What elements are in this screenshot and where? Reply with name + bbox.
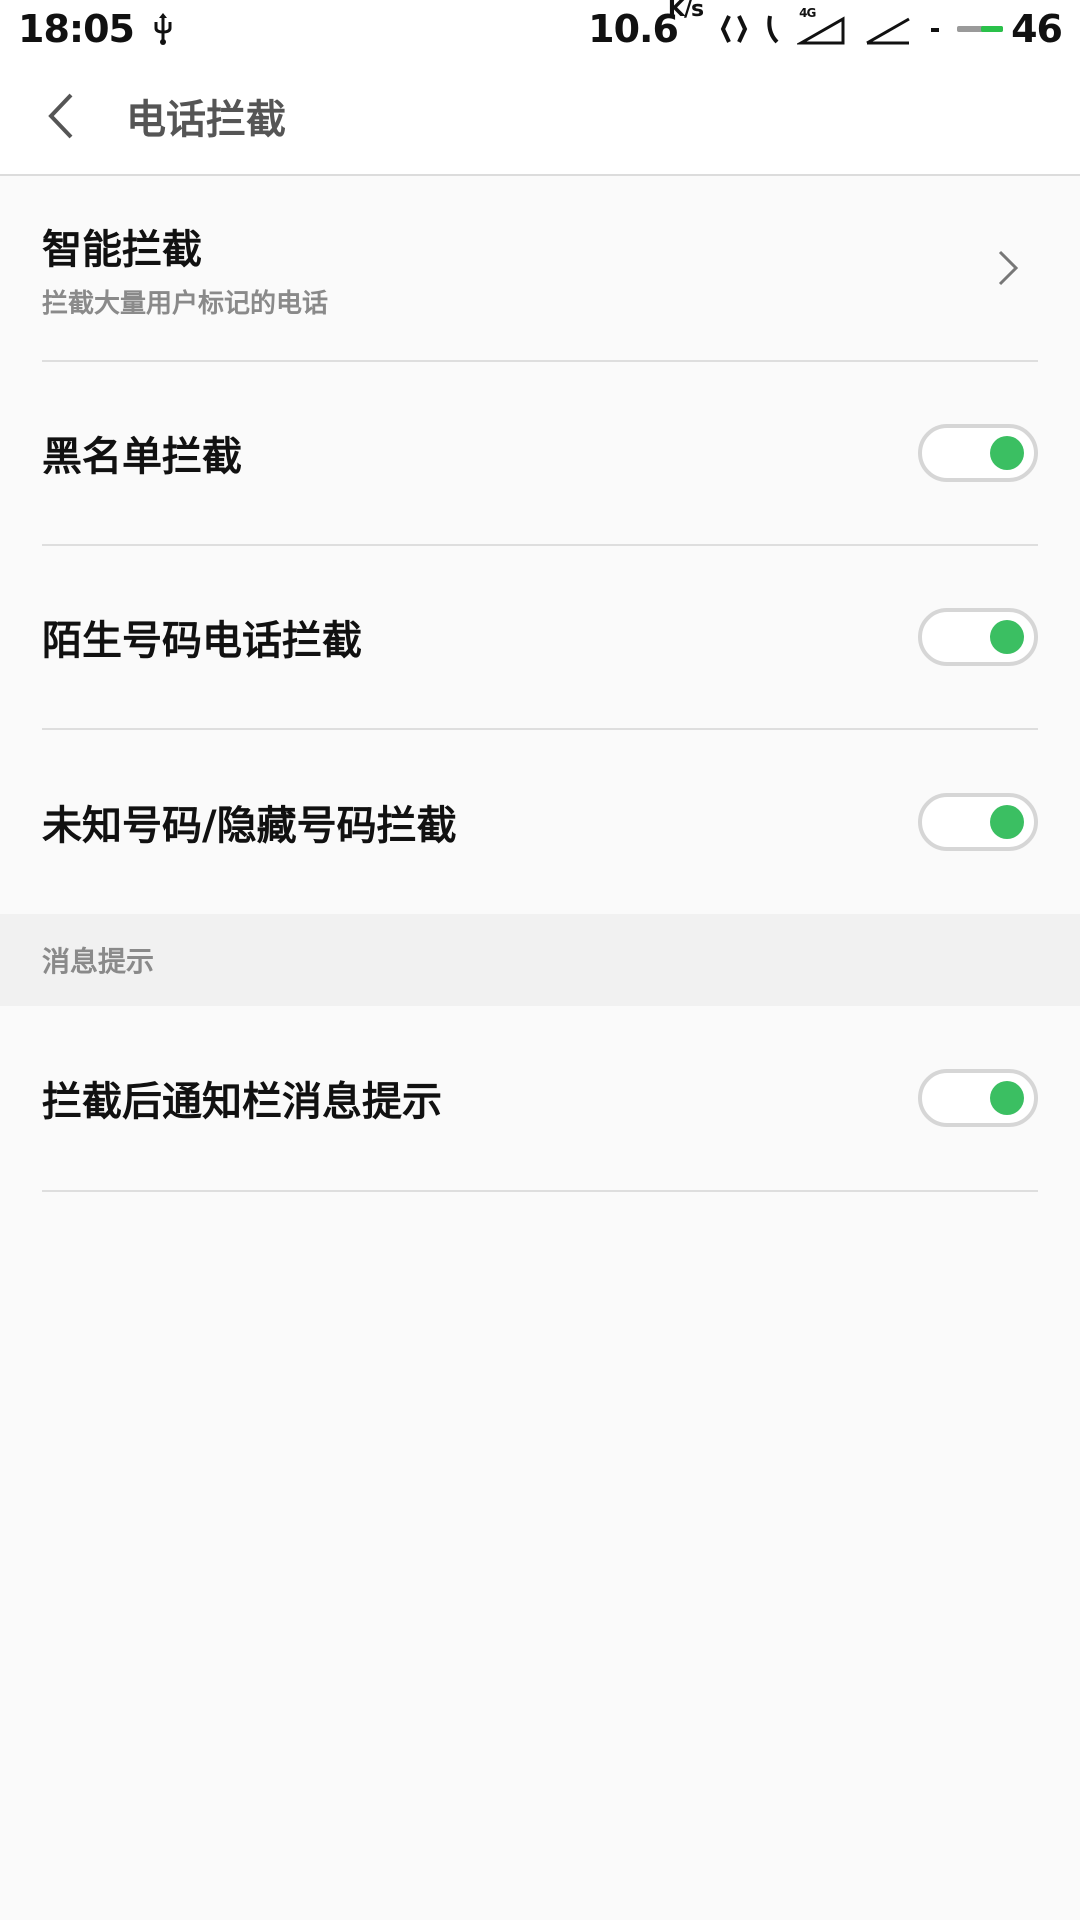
app-bar: 电话拦截 — [0, 58, 1080, 176]
net-speed-unit: K/s — [667, 0, 704, 22]
data-transfer-icon — [719, 12, 749, 46]
toggle-knob — [990, 805, 1024, 839]
battery-icon — [957, 26, 1004, 32]
chevron-right-icon — [998, 250, 1019, 286]
stranger-block-toggle[interactable] — [918, 608, 1038, 666]
stranger-block-title: 陌生号码电话拦截 — [42, 618, 362, 664]
page-title: 电话拦截 — [126, 97, 286, 143]
notify-item: 拦截后通知栏消息提示 — [42, 1006, 1038, 1192]
toggle-knob — [990, 436, 1024, 470]
toggle-knob — [990, 1081, 1024, 1115]
notify-toggle[interactable] — [918, 1069, 1038, 1127]
dash-icon — [929, 12, 941, 46]
net-speed: 10.6 — [588, 7, 679, 51]
unknown-block-title: 未知号码/隐藏号码拦截 — [42, 803, 457, 849]
unknown-block-item: 未知号码/隐藏号码拦截 — [42, 730, 1038, 914]
blacklist-block-item: 黑名单拦截 — [42, 362, 1038, 546]
section-header-notify: 消息提示 — [0, 914, 1080, 1006]
chevron-left-icon — [48, 93, 73, 139]
stranger-block-item: 陌生号码电话拦截 — [42, 546, 1038, 730]
smart-block-title: 智能拦截 — [42, 226, 202, 273]
smart-block-subtitle: 拦截大量用户标记的电话 — [42, 288, 329, 319]
toggle-knob — [990, 620, 1024, 654]
status-bar: 18:05 10.6 K/s 4G 46 — [0, 0, 1080, 58]
signal-4g-icon: 4G — [797, 7, 847, 47]
status-time: 18:05 — [18, 7, 135, 51]
battery-level: 46 — [1011, 7, 1063, 51]
usb-icon — [150, 12, 176, 46]
unknown-block-toggle[interactable] — [918, 793, 1038, 851]
blacklist-block-toggle[interactable] — [918, 424, 1038, 482]
signal-icon — [863, 11, 913, 47]
network-label: 4G — [799, 6, 816, 20]
notify-title: 拦截后通知栏消息提示 — [42, 1079, 442, 1125]
blacklist-block-title: 黑名单拦截 — [42, 434, 242, 480]
smart-block-item[interactable]: 智能拦截 拦截大量用户标记的电话 — [42, 176, 1038, 362]
back-button[interactable] — [30, 86, 90, 146]
call-icon — [765, 12, 781, 46]
settings-list: 智能拦截 拦截大量用户标记的电话 黑名单拦截 陌生号码电话拦截 未知号码/隐藏号… — [0, 176, 1080, 1192]
battery-indicator: 46 — [957, 7, 1063, 51]
